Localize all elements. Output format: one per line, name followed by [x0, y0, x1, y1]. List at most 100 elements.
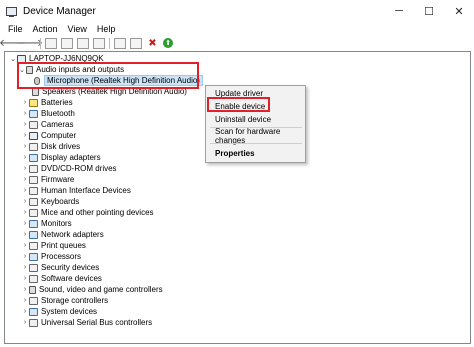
tree-item-category[interactable]: › Storage controllers	[21, 295, 108, 306]
tree-item-category[interactable]: › Human Interface Devices	[21, 185, 131, 196]
menu-view[interactable]: View	[68, 24, 87, 34]
chevron-right-icon[interactable]: ›	[21, 297, 29, 304]
chevron-right-icon[interactable]: ›	[21, 264, 29, 271]
enable-highlight-box	[207, 97, 270, 112]
tree-item-label: Monitors	[41, 219, 72, 228]
device-manager-window: Device Manager ─ ☐ ✕ File Action View He…	[0, 0, 474, 347]
security-device-icon	[29, 263, 38, 272]
chevron-right-icon[interactable]: ›	[21, 220, 29, 227]
chevron-right-icon[interactable]: ›	[21, 242, 29, 249]
context-separator	[210, 143, 302, 144]
chevron-right-icon[interactable]: ›	[21, 110, 29, 117]
tree-item-label: Sound, video and game controllers	[39, 285, 163, 294]
device-manager-icon	[6, 6, 17, 17]
tree-item-category[interactable]: › Display adapters	[21, 152, 101, 163]
tree-item-label: Firmware	[41, 175, 75, 184]
chevron-right-icon[interactable]: ›	[21, 308, 29, 315]
tree-item-category[interactable]: › Software devices	[21, 273, 102, 284]
tree-item-category[interactable]: › Print queues	[21, 240, 86, 251]
tree-item-category[interactable]: › Firmware	[21, 174, 75, 185]
tree-item-label: Universal Serial Bus controllers	[41, 318, 153, 327]
firmware-icon	[29, 175, 38, 184]
chevron-down-icon[interactable]: ⌄	[9, 55, 17, 63]
tree-item-label: Display adapters	[41, 153, 101, 162]
chevron-right-icon[interactable]: ›	[21, 198, 29, 205]
scan-hardware-icon[interactable]	[114, 37, 126, 49]
context-uninstall-device[interactable]: Uninstall device	[215, 114, 271, 125]
chevron-right-icon[interactable]: ›	[21, 209, 29, 216]
chevron-right-icon[interactable]: ›	[21, 253, 29, 260]
tree-item-label: Storage controllers	[41, 296, 109, 305]
minimize-button[interactable]: ─	[384, 0, 414, 22]
tree-item-category[interactable]: › Batteries	[21, 97, 73, 108]
help-icon[interactable]	[77, 37, 89, 49]
tree-item-category[interactable]: › Computer	[21, 130, 76, 141]
chevron-right-icon[interactable]: ›	[21, 132, 29, 139]
tree-item-category[interactable]: › Disk drives	[21, 141, 80, 152]
tree-item-category[interactable]: › DVD/CD-ROM drives	[21, 163, 117, 174]
tree-item-category[interactable]: › Mice and other pointing devices	[21, 207, 154, 218]
tree-item-label: Cameras	[41, 120, 74, 129]
tree-item-category[interactable]: › Sound, video and game controllers	[21, 284, 163, 295]
bluetooth-icon	[29, 109, 38, 118]
toolbar: 🡐 🡒 ✖ ⬆	[0, 36, 474, 50]
context-scan-hardware[interactable]: Scan for hardware changes	[215, 127, 305, 145]
tree-item-category[interactable]: › System devices	[21, 306, 97, 317]
menu-file[interactable]: File	[8, 24, 23, 34]
title-bar: Device Manager ─ ☐ ✕	[0, 0, 474, 22]
storage-controller-icon	[29, 296, 38, 305]
battery-icon	[29, 98, 38, 107]
chevron-right-icon[interactable]: ›	[21, 275, 29, 282]
software-device-icon	[29, 274, 38, 283]
tree-item-label: Human Interface Devices	[41, 186, 131, 195]
action-pane-icon[interactable]	[93, 37, 105, 49]
chevron-right-icon[interactable]: ›	[21, 165, 29, 172]
toolbar-separator	[40, 37, 41, 49]
menu-bar: File Action View Help	[0, 22, 474, 36]
tree-item-category[interactable]: › Security devices	[21, 262, 99, 273]
show-hide-tree-icon[interactable]	[45, 37, 57, 49]
chevron-right-icon[interactable]: ›	[21, 143, 29, 150]
chevron-right-icon[interactable]: ›	[21, 286, 29, 293]
tree-item-label: System devices	[41, 307, 98, 316]
close-button[interactable]: ✕	[444, 0, 474, 22]
chevron-right-icon[interactable]: ›	[21, 121, 29, 128]
dvd-drive-icon	[29, 164, 38, 173]
printer-icon	[29, 241, 38, 250]
uninstall-icon[interactable]: ✖	[146, 37, 159, 49]
tree-item-label: Keyboards	[41, 197, 80, 206]
tree-item-category[interactable]: › Network adapters	[21, 229, 104, 240]
menu-help[interactable]: Help	[97, 24, 116, 34]
tree-item-label: Software devices	[41, 274, 102, 283]
sound-controller-icon	[29, 285, 36, 294]
tree-item-label: Security devices	[41, 263, 100, 272]
tree-item-label: Bluetooth	[41, 109, 75, 118]
context-properties[interactable]: Properties	[215, 148, 255, 159]
network-adapter-icon	[29, 230, 38, 239]
tree-item-label: Network adapters	[41, 230, 104, 239]
tree-item-category[interactable]: › Bluetooth	[21, 108, 75, 119]
keyboard-icon	[29, 197, 38, 206]
enable-device-icon[interactable]: ⬆	[163, 38, 173, 48]
forward-icon[interactable]: 🡒	[16, 37, 43, 49]
menu-action[interactable]: Action	[33, 24, 58, 34]
tree-item-category[interactable]: › Monitors	[21, 218, 72, 229]
chevron-right-icon[interactable]: ›	[21, 154, 29, 161]
audio-highlight-box	[17, 62, 199, 89]
tree-item-category[interactable]: › Cameras	[21, 119, 74, 130]
properties-icon[interactable]	[61, 37, 73, 49]
chevron-right-icon[interactable]: ›	[21, 231, 29, 238]
usb-icon	[29, 318, 38, 327]
chevron-right-icon[interactable]: ›	[21, 319, 29, 326]
chevron-right-icon[interactable]: ›	[21, 99, 29, 106]
processor-icon	[29, 252, 38, 261]
tree-item-category[interactable]: › Processors	[21, 251, 81, 262]
maximize-button[interactable]: ☐	[414, 0, 444, 22]
hid-icon	[29, 186, 38, 195]
chevron-right-icon[interactable]: ›	[21, 187, 29, 194]
window-title: Device Manager	[23, 5, 96, 17]
chevron-right-icon[interactable]: ›	[21, 176, 29, 183]
tree-item-category[interactable]: › Universal Serial Bus controllers	[21, 317, 152, 328]
tree-item-category[interactable]: › Keyboards	[21, 196, 79, 207]
update-driver-icon[interactable]	[130, 37, 142, 49]
